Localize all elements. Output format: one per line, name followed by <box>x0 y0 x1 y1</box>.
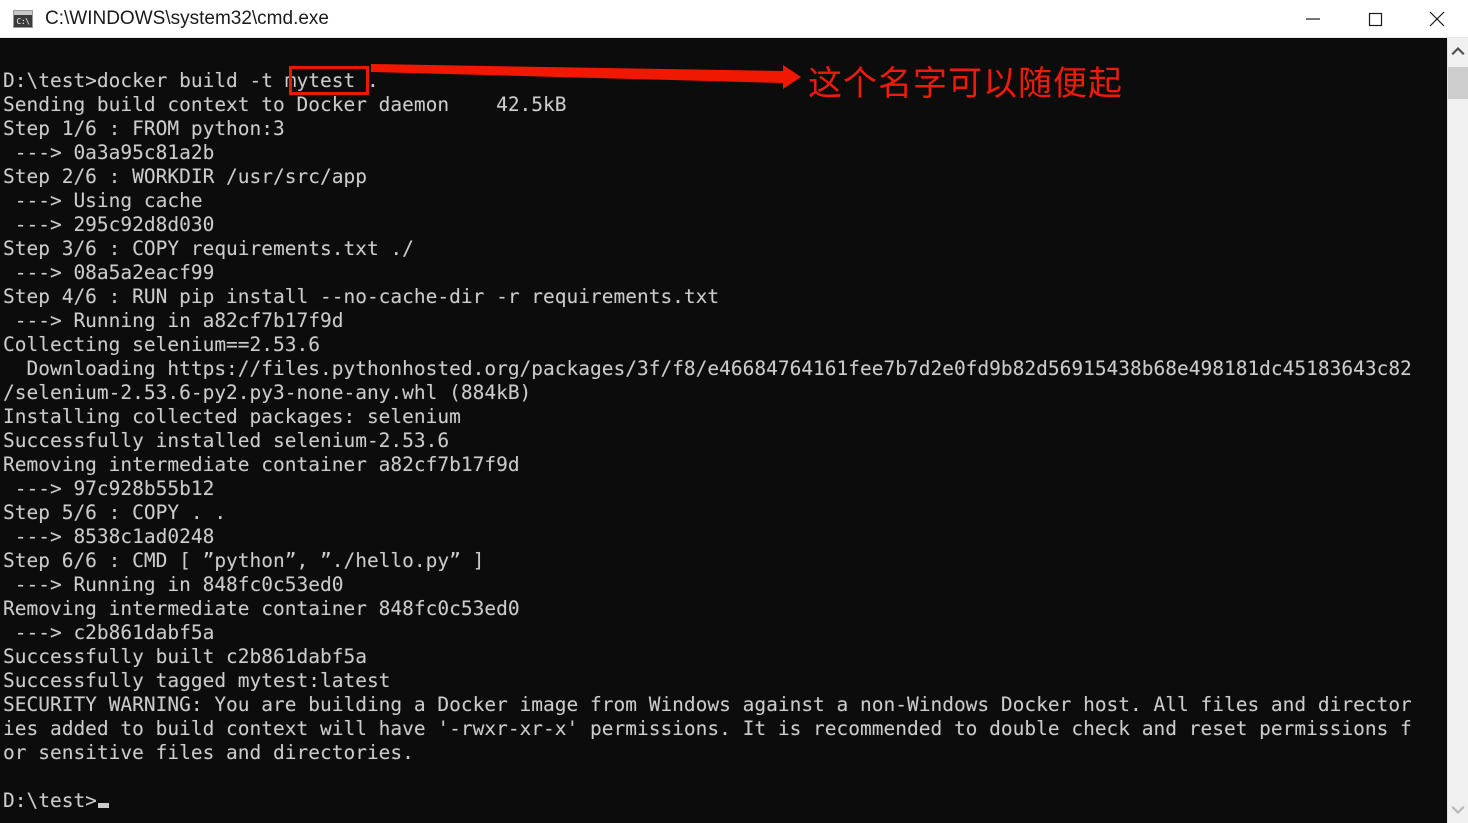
console-line: ies added to build context will have '-r… <box>3 717 1412 740</box>
console-line: ---> 08a5a2eacf99 <box>3 261 215 284</box>
console-prompt: D:\test> <box>3 789 97 812</box>
console-line: ---> 97c928b55b12 <box>3 477 215 500</box>
console-line: ---> c2b861dabf5a <box>3 621 215 644</box>
scrollbar-thumb[interactable] <box>1448 67 1468 99</box>
console-line: ---> 8538c1ad0248 <box>3 525 215 548</box>
cmd-icon: C:\ <box>13 9 33 28</box>
console-line: Step 1/6 : FROM python:3 <box>3 117 285 140</box>
scrollbar-up-button[interactable] <box>1448 38 1468 64</box>
console-line: ---> Running in 848fc0c53ed0 <box>3 573 344 596</box>
chevron-down-icon <box>1451 805 1465 815</box>
console-line: Downloading https://files.pythonhosted.o… <box>3 357 1412 380</box>
scrollbar-down-button[interactable] <box>1448 797 1468 823</box>
console-line: /selenium-2.53.6-py2.py3-none-any.whl (8… <box>3 381 532 404</box>
console-line: Sending build context to Docker daemon 4… <box>3 93 567 116</box>
console-line: Removing intermediate container 848fc0c5… <box>3 597 520 620</box>
console-line: Installing collected packages: selenium <box>3 405 461 428</box>
console-line: ---> 295c92d8d030 <box>3 213 215 236</box>
console-line: Step 5/6 : COPY . . <box>3 501 227 524</box>
minimize-icon <box>1306 17 1320 20</box>
console-line: ---> Running in a82cf7b17f9d <box>3 309 344 332</box>
close-icon <box>1429 11 1445 26</box>
console-line: or sensitive files and directories. <box>3 741 414 764</box>
minimize-button[interactable] <box>1282 0 1344 38</box>
scrollbar-track[interactable] <box>1448 64 1468 797</box>
console-line: Successfully built c2b861dabf5a <box>3 645 367 668</box>
maximize-icon <box>1368 12 1383 26</box>
console-line: SECURITY WARNING: You are building a Doc… <box>3 693 1412 716</box>
window-title: C:\WINDOWS\system32\cmd.exe <box>45 7 329 29</box>
console-prompt-line: D:\test> <box>3 789 1447 813</box>
console-line: Successfully tagged mytest:latest <box>3 669 391 692</box>
console-scrollbar[interactable] <box>1447 38 1468 823</box>
chevron-up-icon <box>1451 46 1465 56</box>
cmd-icon-glyph: C:\ <box>16 16 30 26</box>
console-line: ---> 0a3a95c81a2b <box>3 141 215 164</box>
text-cursor <box>97 803 109 808</box>
console-line: Step 3/6 : COPY requirements.txt ./ <box>3 237 414 260</box>
titlebar[interactable]: C:\ C:\WINDOWS\system32\cmd.exe <box>0 0 1468 38</box>
console-line: Step 6/6 : CMD [ ”python”, ”./hello.py” … <box>3 549 485 572</box>
window-controls <box>1282 0 1468 38</box>
console-line: Collecting selenium==2.53.6 <box>3 333 320 356</box>
console-line: Removing intermediate container a82cf7b1… <box>3 453 520 476</box>
close-button[interactable] <box>1406 0 1468 38</box>
console-viewport[interactable]: D:\test>docker build -t mytest . Sending … <box>0 38 1447 823</box>
console-area[interactable]: D:\test>docker build -t mytest . Sending … <box>0 38 1468 823</box>
maximize-button[interactable] <box>1344 0 1406 38</box>
console-line: Step 4/6 : RUN pip install --no-cache-di… <box>3 285 720 308</box>
console-line: D:\test>docker build -t mytest . <box>3 69 379 92</box>
console-line: Successfully installed selenium-2.53.6 <box>3 429 450 452</box>
titlebar-left: C:\ C:\WINDOWS\system32\cmd.exe <box>0 8 1282 30</box>
console-line: Step 2/6 : WORKDIR /usr/src/app <box>3 165 367 188</box>
console-line: ---> Using cache <box>3 189 203 212</box>
console-output: D:\test>docker build -t mytest . Sending … <box>3 69 1447 813</box>
cmd-window: C:\ C:\WINDOWS\system32\cmd.exe D:\test>… <box>0 0 1468 823</box>
